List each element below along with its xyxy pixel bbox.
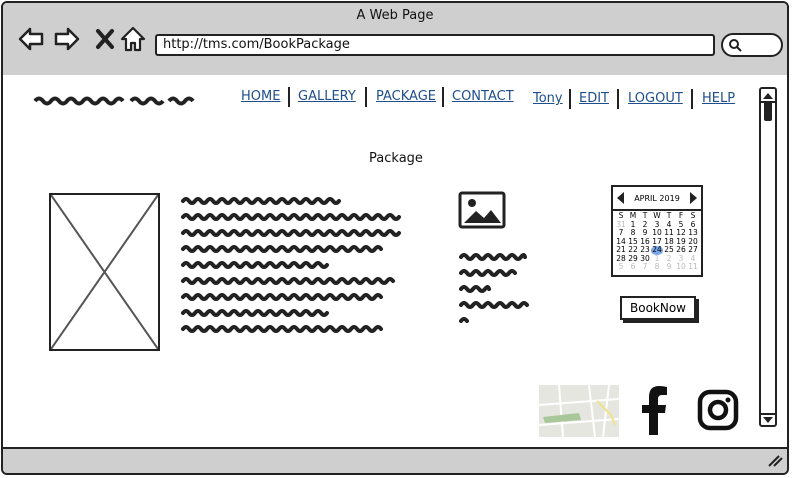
- close-icon[interactable]: [91, 25, 119, 53]
- vertical-scrollbar[interactable]: [759, 87, 777, 427]
- image-caption-text: [459, 253, 529, 323]
- calendar-day[interactable]: 7: [639, 262, 651, 272]
- facebook-icon[interactable]: [640, 385, 668, 435]
- scroll-thumb[interactable]: [764, 101, 772, 121]
- browser-window: A Web Page http://tms.com/BookPackage HO…: [1, 1, 789, 475]
- nav-user[interactable]: Tony: [533, 91, 563, 106]
- calendar-day[interactable]: 11: [687, 262, 699, 272]
- calendar-day[interactable]: 8: [651, 262, 663, 272]
- image-icon: [458, 191, 506, 229]
- address-bar[interactable]: http://tms.com/BookPackage: [155, 34, 715, 56]
- forward-arrow-icon[interactable]: [53, 25, 81, 53]
- calendar-month: APRIL 2019: [634, 193, 680, 203]
- status-bar: [3, 447, 787, 473]
- next-month-icon[interactable]: [689, 192, 697, 204]
- placeholder-cross: [51, 195, 158, 349]
- nav-divider: [442, 87, 444, 107]
- calendar-day[interactable]: 5: [615, 262, 627, 272]
- nav-home[interactable]: HOME: [241, 89, 280, 104]
- resize-handle-icon[interactable]: [765, 453, 783, 467]
- prev-month-icon[interactable]: [617, 192, 625, 204]
- nav-help[interactable]: HELP: [702, 91, 735, 106]
- scroll-divider: [761, 101, 775, 103]
- back-arrow-icon[interactable]: [17, 25, 45, 53]
- calendar-day[interactable]: 6: [627, 262, 639, 272]
- browser-search[interactable]: [721, 33, 783, 57]
- nav-gallery[interactable]: GALLERY: [298, 89, 356, 104]
- calendar-day[interactable]: 10: [675, 262, 687, 272]
- instagram-icon[interactable]: [697, 389, 739, 431]
- nav-package[interactable]: PACKAGE: [376, 89, 436, 104]
- book-now-button[interactable]: BookNow: [620, 296, 696, 320]
- nav-edit[interactable]: EDIT: [579, 91, 609, 106]
- date-picker[interactable]: APRIL 2019 S M T W T F S 31 1 2 3 4 5 6 7 8 9 10 11…: [611, 185, 703, 277]
- nav-divider: [288, 87, 290, 107]
- calendar-grid[interactable]: S M T W T F S 31 1 2 3 4 5 6 7 8 9 10 11 12 13 14 15 16 1…: [613, 211, 701, 273]
- nav-divider: [569, 89, 571, 109]
- site-logo: [33, 96, 195, 106]
- nav-divider: [691, 89, 693, 109]
- page-content: HOME GALLERY PACKAGE CONTACT Tony EDIT L…: [3, 75, 787, 451]
- calendar-header: APRIL 2019: [613, 187, 701, 211]
- nav-divider: [365, 87, 367, 107]
- description-text-block: [181, 197, 401, 333]
- page-title: Package: [369, 151, 423, 166]
- scroll-down-icon[interactable]: [761, 415, 775, 425]
- calendar-day[interactable]: 9: [663, 262, 675, 272]
- nav-logout[interactable]: LOGOUT: [628, 91, 683, 106]
- image-placeholder: [49, 193, 160, 351]
- search-icon: [729, 39, 742, 52]
- window-title: A Web Page: [356, 8, 434, 23]
- nav-divider: [617, 89, 619, 109]
- home-icon[interactable]: [119, 25, 147, 53]
- map-thumbnail[interactable]: [539, 385, 619, 437]
- browser-toolbar: A Web Page http://tms.com/BookPackage: [3, 3, 787, 77]
- nav-contact[interactable]: CONTACT: [452, 89, 514, 104]
